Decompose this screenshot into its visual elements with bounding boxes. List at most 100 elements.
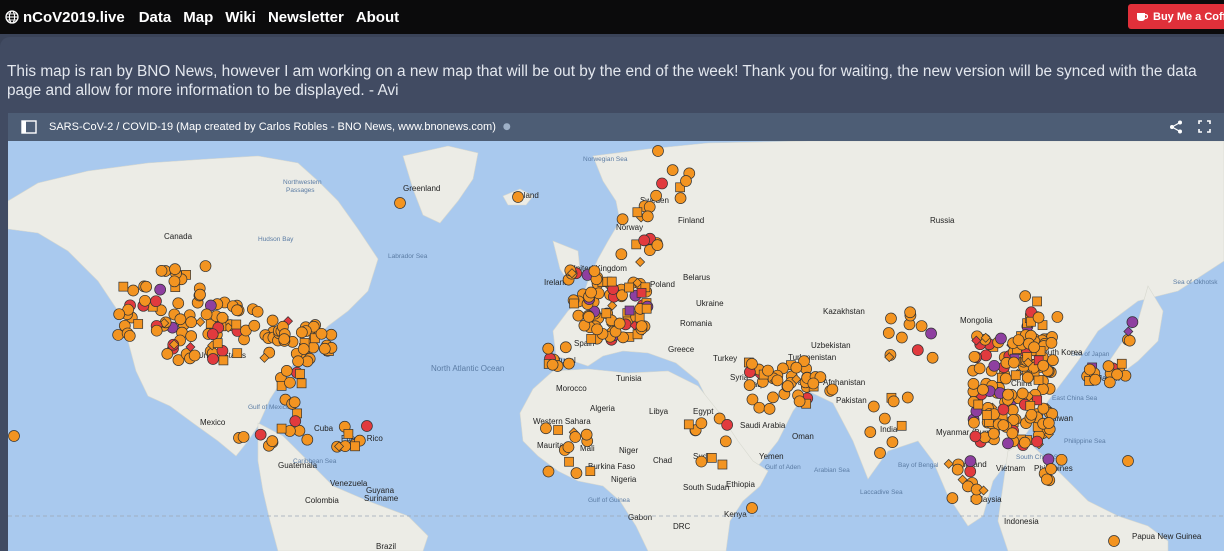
- case-marker[interactable]: [638, 234, 651, 247]
- case-marker[interactable]: [878, 412, 891, 425]
- case-marker[interactable]: [762, 364, 774, 377]
- case-marker[interactable]: [188, 349, 201, 362]
- case-marker[interactable]: [719, 435, 732, 448]
- case-marker[interactable]: [946, 492, 959, 504]
- case-marker[interactable]: [254, 428, 267, 441]
- buy-me-a-coffee-button[interactable]: Buy Me a Coffee: [1128, 4, 1224, 29]
- case-marker[interactable]: [174, 313, 187, 326]
- case-marker[interactable]: [987, 427, 1000, 440]
- case-marker[interactable]: [601, 308, 612, 319]
- case-marker[interactable]: [185, 316, 197, 329]
- legend-panel-icon[interactable]: [21, 120, 37, 134]
- case-marker[interactable]: [206, 328, 219, 341]
- case-marker[interactable]: [980, 349, 992, 362]
- case-marker[interactable]: [278, 333, 291, 345]
- case-marker[interactable]: [973, 399, 984, 410]
- case-marker[interactable]: [185, 330, 198, 342]
- case-marker[interactable]: [139, 294, 151, 307]
- case-marker[interactable]: [583, 311, 595, 323]
- fullscreen-icon[interactable]: [1198, 120, 1211, 133]
- nav-link-about[interactable]: About: [356, 9, 399, 26]
- case-marker[interactable]: [301, 433, 314, 446]
- case-marker[interactable]: [212, 338, 223, 349]
- case-marker[interactable]: [172, 297, 185, 310]
- case-marker[interactable]: [968, 416, 980, 429]
- case-marker[interactable]: [1002, 388, 1014, 401]
- case-marker[interactable]: [540, 422, 552, 435]
- case-marker[interactable]: [1037, 359, 1050, 372]
- case-marker[interactable]: [652, 145, 664, 157]
- case-marker[interactable]: [1089, 373, 1102, 386]
- case-marker[interactable]: [901, 391, 914, 404]
- case-marker[interactable]: [1108, 535, 1120, 547]
- case-marker[interactable]: [771, 374, 784, 387]
- case-marker[interactable]: [1021, 371, 1034, 384]
- case-marker[interactable]: [1025, 408, 1038, 421]
- case-marker[interactable]: [588, 265, 601, 278]
- case-marker[interactable]: [570, 467, 583, 479]
- case-marker[interactable]: [350, 441, 360, 452]
- case-marker[interactable]: [1006, 427, 1019, 440]
- case-marker[interactable]: [564, 456, 574, 467]
- case-marker[interactable]: [315, 327, 328, 340]
- case-marker[interactable]: [988, 359, 1001, 372]
- case-marker[interactable]: [150, 324, 163, 337]
- case-marker[interactable]: [874, 447, 886, 459]
- case-marker[interactable]: [542, 342, 555, 355]
- case-marker[interactable]: [1018, 436, 1031, 449]
- case-marker[interactable]: [231, 304, 243, 317]
- case-marker[interactable]: [569, 298, 579, 309]
- case-marker[interactable]: [967, 378, 980, 390]
- case-marker[interactable]: [997, 419, 1010, 431]
- case-marker[interactable]: [127, 284, 140, 297]
- case-marker[interactable]: [199, 260, 212, 272]
- case-marker[interactable]: [266, 435, 279, 447]
- case-marker[interactable]: [968, 350, 981, 363]
- case-marker[interactable]: [150, 295, 162, 308]
- case-marker[interactable]: [1103, 376, 1116, 389]
- case-marker[interactable]: [1047, 354, 1059, 367]
- case-marker[interactable]: [296, 378, 307, 389]
- case-marker[interactable]: [1012, 334, 1025, 347]
- case-marker[interactable]: [1083, 363, 1096, 376]
- case-marker[interactable]: [546, 358, 559, 371]
- case-marker[interactable]: [8, 430, 20, 442]
- case-marker[interactable]: [790, 361, 803, 374]
- case-marker[interactable]: [915, 320, 928, 332]
- case-marker[interactable]: [296, 326, 308, 339]
- case-marker[interactable]: [746, 502, 758, 514]
- nav-link-data[interactable]: Data: [139, 9, 172, 26]
- share-icon[interactable]: [1169, 120, 1183, 134]
- case-marker[interactable]: [997, 403, 1010, 416]
- case-marker[interactable]: [1122, 455, 1134, 467]
- case-marker[interactable]: [680, 175, 692, 187]
- info-icon[interactable]: ●: [503, 122, 511, 132]
- case-marker[interactable]: [864, 426, 877, 438]
- case-marker[interactable]: [1028, 341, 1040, 354]
- case-marker[interactable]: [280, 365, 293, 377]
- case-marker[interactable]: [643, 201, 656, 213]
- case-marker[interactable]: [615, 248, 628, 261]
- case-marker[interactable]: [977, 383, 989, 396]
- brand[interactable]: nCoV2019.live: [5, 9, 125, 26]
- case-marker[interactable]: [232, 348, 243, 359]
- case-marker[interactable]: [995, 332, 1007, 345]
- case-marker[interactable]: [585, 466, 596, 476]
- case-marker[interactable]: [325, 328, 338, 341]
- case-marker[interactable]: [964, 455, 977, 467]
- case-marker[interactable]: [218, 355, 229, 366]
- nav-link-map[interactable]: Map: [183, 9, 213, 26]
- case-marker[interactable]: [650, 189, 662, 202]
- case-marker[interactable]: [746, 358, 758, 370]
- case-marker[interactable]: [887, 395, 900, 408]
- case-marker[interactable]: [1055, 453, 1068, 466]
- case-marker[interactable]: [882, 327, 895, 339]
- case-marker[interactable]: [753, 401, 766, 414]
- case-marker[interactable]: [1016, 387, 1029, 400]
- case-marker[interactable]: [1051, 311, 1064, 323]
- case-marker[interactable]: [964, 465, 977, 478]
- case-marker[interactable]: [721, 419, 733, 431]
- case-marker[interactable]: [140, 280, 153, 293]
- case-marker[interactable]: [683, 419, 694, 430]
- case-marker[interactable]: [1041, 473, 1053, 486]
